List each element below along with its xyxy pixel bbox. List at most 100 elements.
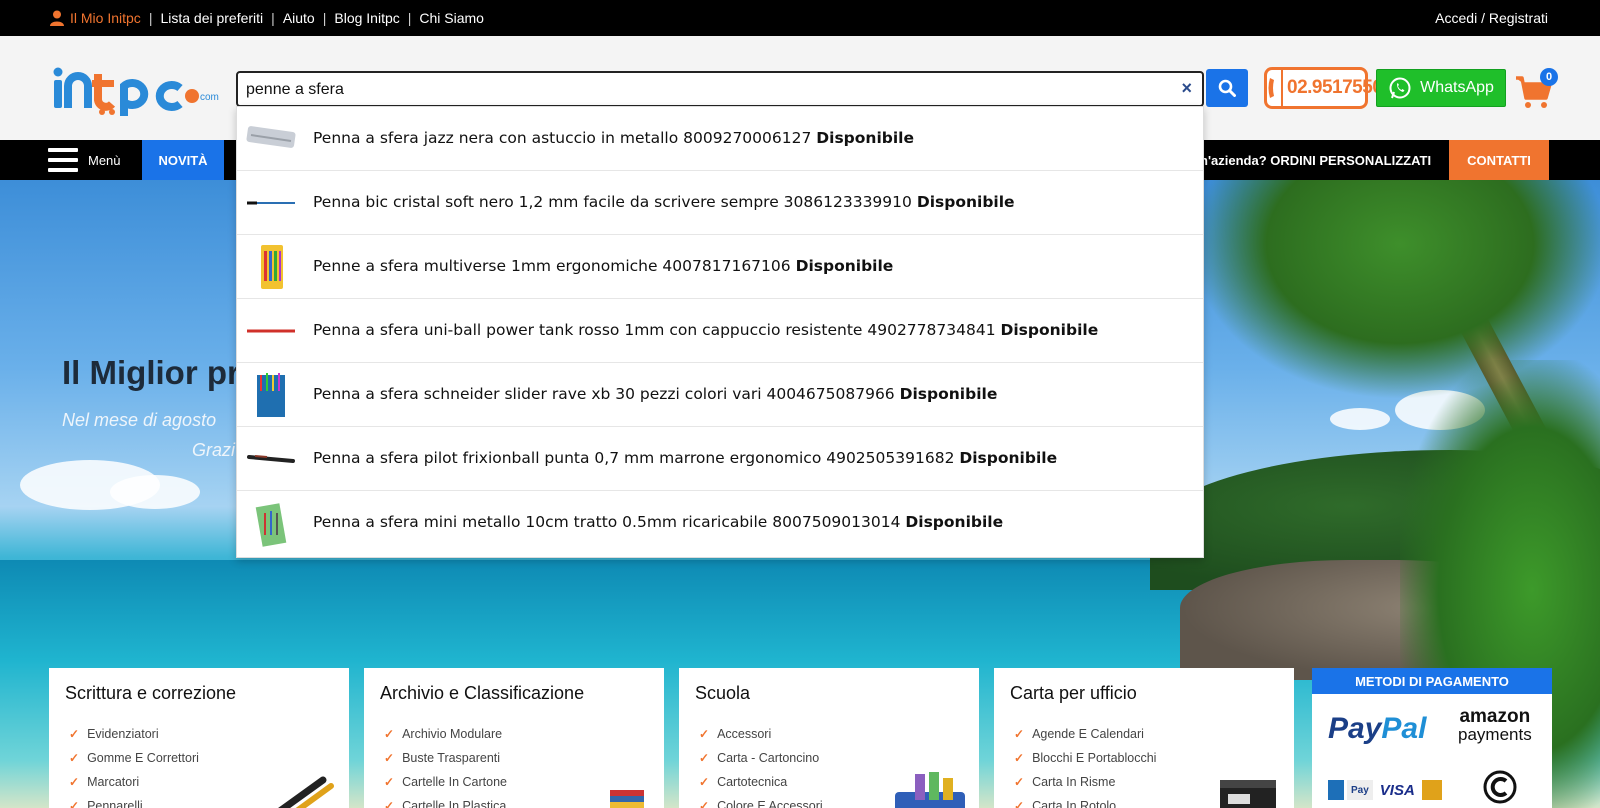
category-item[interactable]: ✓ Evidenziatori — [69, 722, 199, 746]
visa-logo: VISA — [1375, 780, 1419, 800]
nav-custom-orders[interactable]: n'azienda? ORDINI PERSONALIZZATI — [1200, 140, 1431, 180]
suggestion-item[interactable]: Penne a sfera multiverse 1mm ergonomiche… — [237, 235, 1203, 299]
check-icon: ✓ — [1014, 727, 1025, 741]
category-item[interactable]: ✓ Carta - Cartoncino — [699, 746, 823, 770]
check-icon: ✓ — [1014, 799, 1025, 808]
pen-case-thumbnail — [246, 126, 296, 148]
category-item[interactable]: ✓ Carta In Rotolo — [1014, 794, 1156, 808]
category-item[interactable]: ✓ Cartotecnica — [699, 770, 823, 794]
check-icon: ✓ — [69, 775, 80, 789]
suggestion-item[interactable]: Penna bic cristal soft nero 1,2 mm facil… — [237, 171, 1203, 235]
suggestion-item[interactable]: Penna a sfera mini metallo 10cm tratto 0… — [237, 491, 1203, 555]
check-icon: ✓ — [384, 751, 395, 765]
folders-product-image — [610, 790, 644, 808]
check-icon: ✓ — [69, 751, 80, 765]
whatsapp-label: WhatsApp — [1420, 79, 1494, 96]
menu-button[interactable]: Menù — [48, 140, 121, 180]
check-icon: ✓ — [699, 751, 710, 765]
check-icon: ✓ — [69, 727, 80, 741]
svg-text:com: com — [200, 92, 219, 103]
my-account-label: Il Mio Initpc — [70, 10, 141, 26]
category-title: Scuola — [695, 683, 751, 703]
blog-link[interactable]: Blog Initpc — [334, 10, 399, 26]
top-bar: Il Mio Initpc | Lista dei preferiti | Ai… — [0, 0, 1600, 36]
check-icon: ✓ — [699, 727, 710, 741]
check-icon: ✓ — [699, 775, 710, 789]
category-list: ✓ Agende E Calendari ✓ Blocchi E Portabloc… — [1014, 722, 1156, 808]
category-title: Archivio e Classificazione — [380, 683, 585, 703]
my-account-link[interactable]: Il Mio Initpc — [50, 10, 141, 26]
markers-product-image — [278, 776, 334, 808]
suggestion-item[interactable]: Penna a sfera jazz nera con astuccio in … — [237, 107, 1203, 171]
thin-pen-thumbnail — [247, 201, 295, 205]
site-logo[interactable]: com — [52, 66, 222, 116]
cart-count-badge: 0 — [1540, 68, 1558, 86]
category-item[interactable]: ✓ Marcatori — [69, 770, 199, 794]
search-input[interactable] — [246, 79, 1146, 101]
category-card[interactable]: Scrittura e correzione ✓ Evidenziatori ✓ G… — [49, 668, 349, 808]
category-item[interactable]: ✓ Accessori — [699, 722, 823, 746]
check-icon: ✓ — [384, 775, 395, 789]
check-icon: ✓ — [384, 727, 395, 741]
category-item[interactable]: ✓ Archivio Modulare — [384, 722, 507, 746]
clear-search-icon[interactable]: × — [1181, 78, 1192, 99]
suggestion-text: Penne a sfera multiverse 1mm ergonomiche… — [313, 257, 894, 275]
search-button[interactable] — [1206, 69, 1248, 107]
nav-novita[interactable]: NOVITÀ — [142, 140, 224, 180]
crypto-logo — [1483, 770, 1517, 804]
suggestion-item[interactable]: Penna a sfera schneider slider rave xb 3… — [237, 363, 1203, 427]
category-card[interactable]: Scuola ✓ Accessori ✓ Carta - Cartoncino ✓ C… — [679, 668, 979, 808]
separator: | — [322, 10, 327, 26]
category-item[interactable]: ✓ Carta In Risme — [1014, 770, 1156, 794]
category-card[interactable]: Archivio e Classificazione ✓ Archivio Mod… — [364, 668, 664, 808]
pay-logo: Pay — [1347, 780, 1373, 800]
cart-button[interactable]: 0 — [1514, 68, 1558, 108]
check-icon: ✓ — [1014, 751, 1025, 765]
red-pen-thumbnail — [247, 329, 295, 333]
wishlist-link[interactable]: Lista dei preferiti — [160, 10, 263, 26]
category-item[interactable]: ✓ Blocchi E Portablocchi — [1014, 746, 1156, 770]
school-supplies-image — [895, 772, 965, 808]
bancomat-logo — [1328, 780, 1344, 800]
menu-label: Menù — [88, 152, 121, 168]
login-register-link[interactable]: Accedi / Registrati — [1435, 10, 1548, 26]
category-list: ✓ Archivio Modulare ✓ Buste Trasparenti ✓ C… — [384, 722, 507, 808]
suggestion-item[interactable]: Penna a sfera pilot frixionball punta 0,… — [237, 427, 1203, 491]
category-item[interactable]: ✓ Buste Trasparenti — [384, 746, 507, 770]
mini-pens-thumbnail — [255, 503, 287, 547]
category-item[interactable]: ✓ Agende E Calendari — [1014, 722, 1156, 746]
category-card[interactable]: Carta per ufficio ✓ Agende E Calendari ✓ B… — [994, 668, 1294, 808]
separator: | — [148, 10, 153, 26]
phone-icon — [1267, 70, 1283, 106]
hero-subtitle: Nel mese di agosto — [62, 410, 217, 430]
separator: | — [271, 10, 275, 26]
category-item[interactable]: ✓ Cartelle In Plastica — [384, 794, 507, 808]
payment-methods-panel: METODI DI PAGAMENTO PayPal amazon payment… — [1312, 668, 1552, 808]
category-item[interactable]: ✓ Gomme E Correttori — [69, 746, 199, 770]
category-title: Carta per ufficio — [1010, 683, 1137, 703]
check-icon: ✓ — [699, 799, 710, 808]
category-list: ✓ Accessori ✓ Carta - Cartoncino ✓ Cartotec… — [699, 722, 823, 808]
category-item[interactable]: ✓ Cartelle In Cartone — [384, 770, 507, 794]
suggestion-item[interactable]: Penna a sfera uni-ball power tank rosso … — [237, 299, 1203, 363]
about-link[interactable]: Chi Siamo — [419, 10, 484, 26]
whatsapp-button[interactable]: WhatsApp — [1376, 69, 1506, 107]
pen-pack-thumbnail — [261, 245, 283, 289]
paypal-logo: PayPal — [1328, 712, 1427, 745]
nav-contacts[interactable]: CONTATTI — [1449, 140, 1549, 180]
separator: | — [407, 10, 412, 26]
phone-number-badge[interactable]: 02.9517550 — [1264, 67, 1383, 109]
search-suggestions-dropdown: Penna a sfera jazz nera con astuccio in … — [236, 106, 1204, 558]
amazon-payments-logo: amazon payments — [1458, 706, 1532, 744]
phone-number: 02.9517550 — [1287, 77, 1383, 98]
suggestion-text: Penna a sfera uni-ball power tank rosso … — [313, 321, 1099, 339]
cloud — [110, 475, 200, 509]
category-item[interactable]: ✓ Pennarelli — [69, 794, 199, 808]
suggestion-text: Penna a sfera jazz nera con astuccio in … — [313, 129, 915, 147]
paper-box-image — [1220, 780, 1276, 808]
category-item[interactable]: ✓ Colore E Accessori — [699, 794, 823, 808]
pen-display-thumbnail — [257, 373, 285, 417]
help-link[interactable]: Aiuto — [283, 10, 315, 26]
whatsapp-icon — [1389, 77, 1411, 99]
user-icon — [50, 10, 64, 26]
